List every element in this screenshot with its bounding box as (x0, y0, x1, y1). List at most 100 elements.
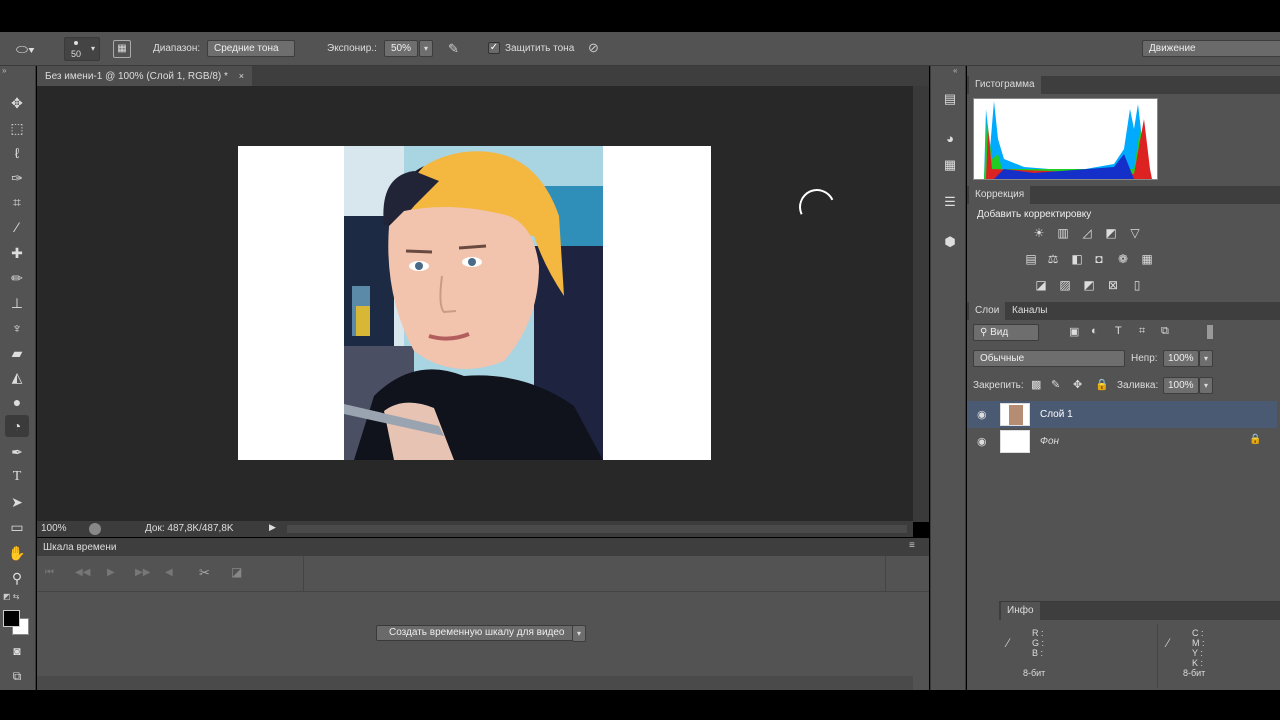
timeline-tab[interactable]: Шкала времени (43, 542, 116, 553)
quick-mask-icon[interactable]: ◙ (5, 640, 29, 662)
eyedropper-tool-icon[interactable]: ⁄ (5, 216, 29, 238)
exposure-input[interactable]: 50% (384, 40, 418, 57)
transition-icon[interactable]: ◪ (231, 565, 242, 579)
3d-panel-icon[interactable]: ⬢ (939, 231, 961, 253)
layer-row[interactable]: ◉ Фон 🔒 (967, 428, 1277, 455)
color-balance-icon[interactable]: ⚖ (1045, 252, 1061, 266)
lock-pixels-icon[interactable]: ✎ (1051, 378, 1060, 391)
next-frame-icon[interactable]: ▶▶ (135, 567, 150, 578)
healing-brush-tool-icon[interactable]: ✚ (5, 242, 29, 264)
foreground-color-swatch[interactable] (3, 610, 20, 627)
rectangle-tool-icon[interactable]: ▭ (5, 516, 29, 538)
zoom-level[interactable]: 100% (41, 523, 67, 534)
scissors-icon[interactable]: ✂ (199, 565, 210, 581)
opacity-input[interactable]: 100% (1163, 350, 1199, 367)
image-filter-icon[interactable]: ▣ (1069, 325, 1079, 338)
exposure-icon[interactable]: ◩ (1103, 226, 1119, 240)
workspace-select[interactable]: Движение (1142, 40, 1280, 57)
close-icon[interactable]: × (239, 71, 244, 81)
dodge-tool-icon[interactable]: ◔ (5, 415, 29, 437)
brush-preset-picker[interactable]: 50 ▾ (64, 37, 100, 61)
channels-tab[interactable]: Каналы (1006, 302, 1054, 320)
layer-row[interactable]: ◉ Слой 1 (967, 401, 1277, 428)
audio-icon[interactable]: ◀ (165, 567, 173, 578)
posterize-icon[interactable]: ▨ (1057, 278, 1073, 292)
visibility-eye-icon[interactable]: ◉ (977, 408, 987, 421)
layer-filter-select[interactable]: ⚲ Вид (973, 324, 1039, 341)
history-brush-tool-icon[interactable]: ♆ (5, 317, 29, 339)
lasso-tool-icon[interactable]: ℓ (5, 142, 29, 164)
filter-toggle[interactable] (1207, 325, 1213, 339)
fill-input[interactable]: 100% (1163, 377, 1199, 394)
layer-thumbnail[interactable] (1000, 430, 1030, 453)
layer-name[interactable]: Слой 1 (1040, 409, 1073, 420)
selective-color-icon[interactable]: ⊠ (1105, 278, 1121, 292)
layer-thumbnail[interactable] (1000, 403, 1030, 426)
hue-saturation-icon[interactable]: ▤ (1023, 252, 1039, 266)
brightness-icon[interactable]: ☀ (1031, 226, 1047, 240)
color-panel-icon[interactable]: ◕ (939, 128, 961, 150)
invert-icon[interactable]: ◪ (1033, 278, 1049, 292)
timeline-mode-dropdown[interactable]: ▾ (572, 625, 586, 642)
layer-name[interactable]: Фон (1040, 436, 1059, 447)
protect-tones-checkbox[interactable]: ✓ (488, 42, 500, 54)
blend-mode-select[interactable]: Обычные (973, 350, 1125, 367)
color-lookup-icon[interactable]: ▦ (1139, 252, 1155, 266)
clone-stamp-tool-icon[interactable]: ⊥ (5, 292, 29, 314)
pen-tool-icon[interactable]: ✒ (5, 441, 29, 463)
first-frame-icon[interactable]: ⏮ (45, 567, 54, 578)
play-icon[interactable]: ▶ (107, 567, 115, 578)
range-select[interactable]: Средние тона (207, 40, 295, 57)
channel-mixer-icon[interactable]: ❁ (1115, 252, 1131, 266)
default-colors-icon[interactable]: ◩ ⇆ (3, 592, 19, 601)
type-filter-icon[interactable]: T (1115, 325, 1122, 337)
collapse-icon[interactable]: » (2, 66, 6, 75)
document-tab[interactable]: Без имени-1 @ 100% (Слой 1, RGB/8) * × (37, 66, 252, 86)
opacity-dropdown[interactable]: ▾ (1199, 350, 1213, 367)
marquee-tool-icon[interactable]: ⬚ (5, 117, 29, 139)
pressure-icon[interactable]: ⊘ (588, 40, 599, 56)
blur-tool-icon[interactable]: ● (5, 391, 29, 413)
gradient-map-icon[interactable]: ▯ (1129, 278, 1145, 292)
zoom-tool-icon[interactable]: ⚲ (5, 567, 29, 589)
smart-object-filter-icon[interactable]: ⧉ (1161, 325, 1169, 338)
threshold-icon[interactable]: ◩ (1081, 278, 1097, 292)
create-video-timeline-button[interactable]: Создать временную шкалу для видео (376, 625, 578, 641)
previous-frame-icon[interactable]: ◀◀ (75, 567, 90, 578)
info-tab[interactable]: Инфо (1001, 602, 1040, 620)
levels-icon[interactable]: ▥ (1055, 226, 1071, 240)
type-tool-icon[interactable]: T (5, 466, 29, 488)
crop-tool-icon[interactable]: ⌗ (5, 191, 29, 213)
quick-select-tool-icon[interactable]: ✑ (5, 167, 29, 189)
horizontal-scrollbar[interactable] (287, 525, 907, 533)
adjustment-filter-icon[interactable]: ◐ (1091, 325, 1098, 337)
lock-all-icon[interactable]: 🔒 (1095, 378, 1109, 391)
lock-transparency-icon[interactable]: ▩ (1031, 378, 1041, 391)
swatches-panel-icon[interactable]: ▦ (939, 154, 961, 176)
airbrush-icon[interactable]: ✎ (448, 41, 459, 57)
brush-tool-icon[interactable]: ✏ (5, 267, 29, 289)
path-selection-tool-icon[interactable]: ➤ (5, 491, 29, 513)
tool-preset-icon[interactable]: ⬭▾ (16, 40, 46, 58)
properties-panel-icon[interactable]: ☰ (939, 191, 961, 213)
status-arrow-icon[interactable]: ▶ (269, 522, 276, 533)
fill-dropdown[interactable]: ▾ (1199, 377, 1213, 394)
curves-icon[interactable]: ◿ (1079, 226, 1095, 240)
eraser-tool-icon[interactable]: ▰ (5, 342, 29, 364)
black-white-icon[interactable]: ◧ (1069, 252, 1085, 266)
hand-tool-icon[interactable]: ✋ (5, 542, 29, 564)
photo-filter-icon[interactable]: ◘ (1091, 252, 1107, 266)
panel-menu-icon[interactable]: ≡ (909, 540, 915, 551)
adjustments-tab[interactable]: Коррекция (969, 186, 1031, 204)
vibrance-icon[interactable]: ▽ (1127, 226, 1143, 240)
shape-filter-icon[interactable]: ⌗ (1139, 325, 1145, 338)
exposure-dropdown[interactable]: ▾ (419, 40, 433, 57)
brush-panel-toggle-icon[interactable]: ▦ (113, 40, 131, 58)
status-icon[interactable] (89, 523, 101, 535)
move-tool-icon[interactable]: ✥ (5, 92, 29, 114)
paint-bucket-tool-icon[interactable]: ◭ (5, 366, 29, 388)
vertical-scrollbar[interactable] (913, 86, 929, 522)
lock-position-icon[interactable]: ✥ (1073, 378, 1082, 391)
visibility-eye-icon[interactable]: ◉ (977, 435, 987, 448)
history-panel-icon[interactable]: ▤ (939, 88, 961, 110)
